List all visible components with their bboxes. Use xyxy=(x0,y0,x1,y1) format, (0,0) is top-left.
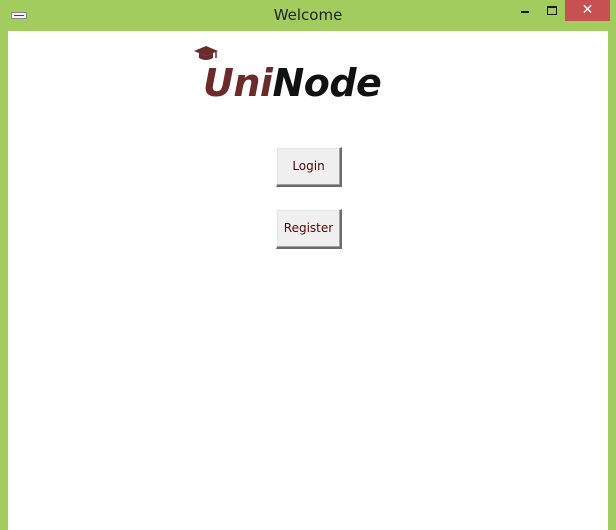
close-icon: ✕ xyxy=(581,2,594,18)
login-button[interactable]: Login xyxy=(276,147,342,187)
minimize-icon xyxy=(521,11,529,13)
maximize-icon xyxy=(547,6,557,15)
minimize-button[interactable] xyxy=(512,0,538,21)
application-window: Welcome ✕ UniNode Login Register xyxy=(0,0,616,530)
uninode-logo: UniNode xyxy=(193,41,433,107)
logo-text-uni: Uni xyxy=(203,61,273,105)
title-bar[interactable]: Welcome ✕ xyxy=(0,0,616,31)
logo-text-node: Node xyxy=(272,61,382,105)
logo-text: UniNode xyxy=(203,61,382,105)
close-button[interactable]: ✕ xyxy=(565,0,610,21)
maximize-button[interactable] xyxy=(539,0,565,21)
register-button[interactable]: Register xyxy=(276,209,342,249)
client-area: UniNode Login Register xyxy=(8,31,608,530)
